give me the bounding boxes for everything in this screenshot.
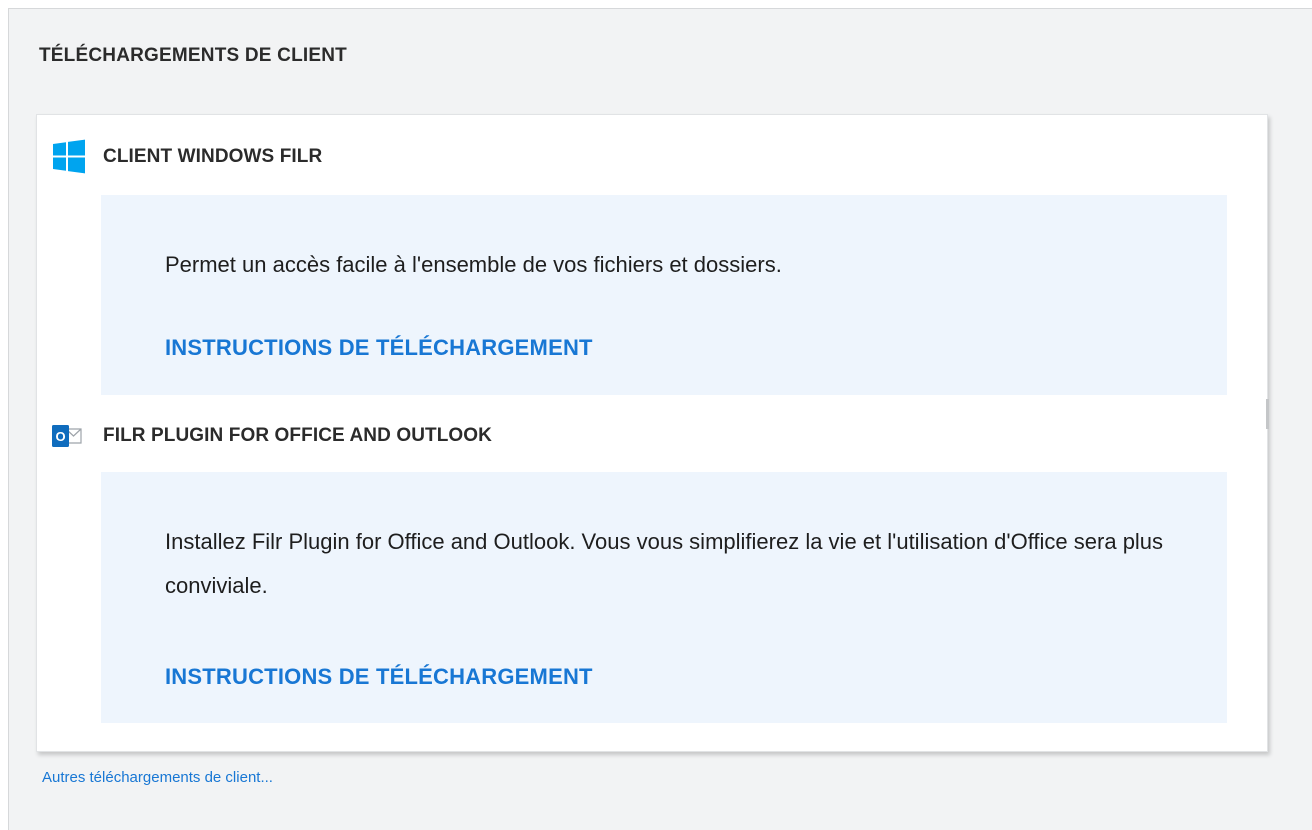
downloads-card: CLIENT WINDOWS FILR Permet un accès faci…: [36, 114, 1269, 752]
scrollbar-thumb[interactable]: [1266, 399, 1269, 429]
office-download-instructions-link[interactable]: INSTRUCTIONS DE TÉLÉCHARGEMENT: [165, 664, 593, 690]
windows-logo-icon: [51, 139, 91, 175]
windows-client-header: CLIENT WINDOWS FILR: [51, 137, 322, 177]
office-plugin-title: FILR PLUGIN FOR OFFICE AND OUTLOOK: [103, 425, 493, 446]
other-client-downloads-link[interactable]: Autres téléchargements de client...: [42, 769, 273, 786]
office-plugin-description: Installez Filr Plugin for Office and Out…: [165, 529, 1164, 598]
windows-download-instructions-link[interactable]: INSTRUCTIONS DE TÉLÉCHARGEMENT: [165, 335, 593, 361]
outlook-logo-icon: O: [51, 418, 91, 454]
windows-client-title: CLIENT WINDOWS FILR: [103, 146, 323, 167]
svg-text:O: O: [55, 429, 65, 444]
windows-client-info-box: Permet un accès facile à l'ensemble de v…: [101, 195, 1227, 395]
windows-client-description: Permet un accès facile à l'ensemble de v…: [165, 252, 782, 277]
office-plugin-header: O FILR PLUGIN FOR OFFICE AND OUTLOOK: [51, 416, 492, 456]
client-downloads-panel: TÉLÉCHARGEMENTS DE CLIENT CLIENT WINDOWS…: [8, 8, 1312, 830]
panel-title: TÉLÉCHARGEMENTS DE CLIENT: [39, 45, 347, 66]
office-plugin-info-box: Installez Filr Plugin for Office and Out…: [101, 472, 1227, 723]
